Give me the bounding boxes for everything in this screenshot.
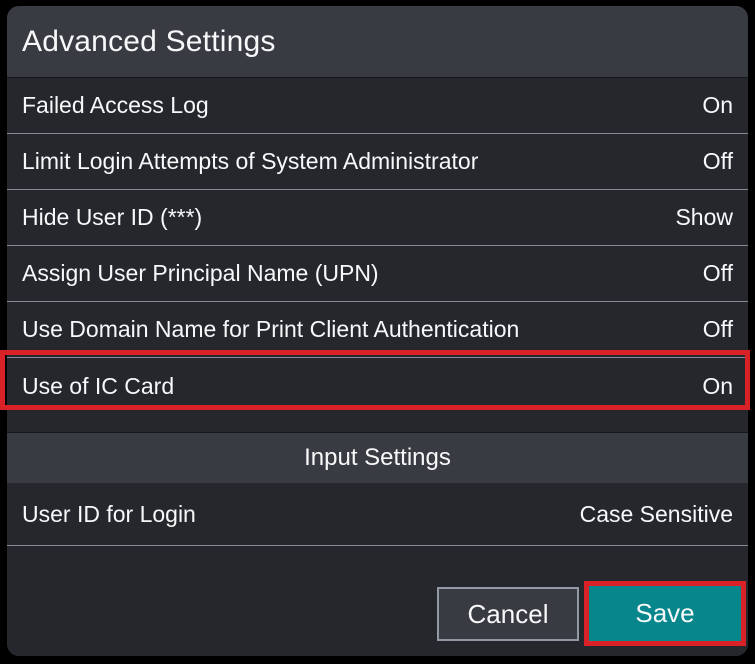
row-failed-access-log[interactable]: Failed Access Log On xyxy=(7,78,748,134)
save-button[interactable]: Save xyxy=(589,586,741,641)
row-label: User ID for Login xyxy=(22,501,196,528)
row-label: Limit Login Attempts of System Administr… xyxy=(22,148,478,175)
row-limit-login-attempts[interactable]: Limit Login Attempts of System Administr… xyxy=(7,134,748,190)
row-assign-upn[interactable]: Assign User Principal Name (UPN) Off xyxy=(7,246,748,302)
row-value: On xyxy=(702,92,733,119)
dialog-title: Advanced Settings xyxy=(7,6,748,78)
cancel-button[interactable]: Cancel xyxy=(437,587,579,641)
row-label: Hide User ID (***) xyxy=(22,204,202,231)
row-label: Use Domain Name for Print Client Authent… xyxy=(22,316,519,343)
advanced-settings-dialog: Advanced Settings Failed Access Log On L… xyxy=(7,6,748,656)
row-value: Off xyxy=(703,316,733,343)
row-label: Failed Access Log xyxy=(22,92,209,119)
dialog-footer: Cancel Save xyxy=(7,546,748,656)
row-use-of-ic-card[interactable]: Use of IC Card On xyxy=(7,358,748,414)
section-spacer xyxy=(7,414,748,432)
row-value: On xyxy=(702,373,733,400)
row-value: Show xyxy=(675,204,733,231)
row-label: Assign User Principal Name (UPN) xyxy=(22,260,379,287)
save-button-highlight-box: Save xyxy=(584,581,746,646)
row-use-domain-name[interactable]: Use Domain Name for Print Client Authent… xyxy=(7,302,748,358)
row-value: Off xyxy=(703,260,733,287)
row-label: Use of IC Card xyxy=(22,373,174,400)
row-user-id-for-login[interactable]: User ID for Login Case Sensitive xyxy=(7,483,748,546)
row-value: Off xyxy=(703,148,733,175)
row-value: Case Sensitive xyxy=(580,501,733,528)
row-hide-user-id[interactable]: Hide User ID (***) Show xyxy=(7,190,748,246)
input-settings-section-header: Input Settings xyxy=(7,432,748,483)
